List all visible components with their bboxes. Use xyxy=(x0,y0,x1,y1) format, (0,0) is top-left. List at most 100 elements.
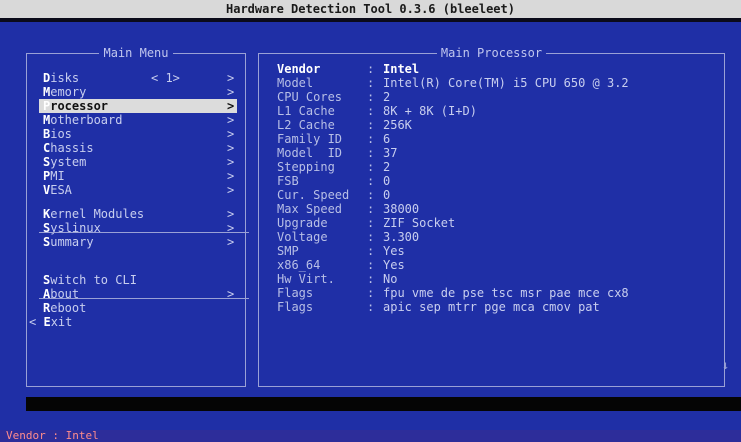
menu-separator xyxy=(39,232,249,233)
info-colon: : xyxy=(367,90,375,104)
menu-item-label: Reboot xyxy=(43,301,86,315)
info-colon: : xyxy=(367,300,375,314)
menu-separator xyxy=(39,298,249,299)
menu-item-chassis[interactable]: Chassis > xyxy=(39,141,237,155)
menu-item-memory[interactable]: Memory > xyxy=(39,85,237,99)
submenu-arrow-icon: > xyxy=(227,71,235,85)
info-value: 256K xyxy=(383,118,412,132)
submenu-arrow-icon: > xyxy=(227,99,235,113)
info-colon: : xyxy=(367,216,375,230)
submenu-arrow-icon: > xyxy=(227,127,235,141)
submenu-arrow-icon: > xyxy=(227,85,235,99)
main-menu-title: Main Menu xyxy=(99,46,173,60)
menu-label-rest: otherboard xyxy=(50,113,123,127)
menu-item-kernel-modules[interactable]: Kernel Modules > xyxy=(39,207,237,221)
menu-hotkey: E xyxy=(43,315,51,329)
menu-item-label: Switch to CLI xyxy=(43,273,137,287)
menu-label-rest: eboot xyxy=(50,301,87,315)
info-value: 6 xyxy=(383,132,391,146)
menu-label-rest: ystem xyxy=(50,155,87,169)
processor-panel-title: Main Processor xyxy=(436,46,547,60)
menu-item-label: VESA xyxy=(43,183,72,197)
info-key: Voltage xyxy=(277,230,328,244)
info-colon: : xyxy=(367,188,375,202)
info-key: Flags xyxy=(277,300,314,314)
info-key: Stepping xyxy=(277,160,335,174)
menu-item-label: Kernel Modules xyxy=(43,207,144,221)
menu-item-label: Bios xyxy=(43,127,72,141)
menu-item-switch-to-cli[interactable]: Switch to CLI xyxy=(39,273,237,287)
info-key: FSB xyxy=(277,174,299,188)
info-colon: : xyxy=(367,202,375,216)
menu-item-label: < Exit xyxy=(29,315,72,329)
menu-item-pmi[interactable]: PMI > xyxy=(39,169,237,183)
menu-item-label: Memory xyxy=(43,85,86,99)
menu-item-exit[interactable]: < Exit xyxy=(29,315,237,329)
menu-label-rest: xit xyxy=(50,315,73,329)
info-value: 3.300 xyxy=(383,230,420,244)
menu-item-label: PMI xyxy=(43,169,65,183)
info-key: Family ID xyxy=(277,132,343,146)
info-key: Model ID xyxy=(277,146,343,160)
info-key: Vendor xyxy=(277,62,321,76)
info-key: Flags xyxy=(277,286,314,300)
menu-item-vesa[interactable]: VESA > xyxy=(39,183,237,197)
info-value: No xyxy=(383,272,398,286)
menu-item-processor[interactable]: Processor > xyxy=(39,99,237,113)
info-colon: : xyxy=(367,244,375,258)
info-colon: : xyxy=(367,118,375,132)
info-colon: : xyxy=(367,132,375,146)
menu-item-label: Summary xyxy=(43,235,94,249)
scroll-indicator-icon[interactable]: ↓ xyxy=(722,358,729,372)
info-colon: : xyxy=(367,286,375,300)
window-title: Hardware Detection Tool 0.3.6 (bleeleet) xyxy=(0,0,741,18)
info-key: Cur. Speed xyxy=(277,188,350,202)
menu-item-label: Motherboard xyxy=(43,113,122,127)
command-line[interactable] xyxy=(26,397,741,411)
menu-item-label: Chassis xyxy=(43,141,94,155)
menu-item-count: < 1> xyxy=(151,71,180,85)
menu-item-disks[interactable]: Disks < 1> > xyxy=(39,71,237,85)
submenu-arrow-icon: > xyxy=(227,235,235,249)
info-value: 2 xyxy=(383,90,391,104)
menu-label-rest: witch to CLI xyxy=(50,273,137,287)
status-bar: Vendor : Intel xyxy=(0,430,741,442)
info-key: L2 Cache xyxy=(277,118,335,132)
info-colon: : xyxy=(367,76,375,90)
info-key: SMP xyxy=(277,244,299,258)
info-key: Model xyxy=(277,76,314,90)
processor-panel: Main Processor Vendor: Intel Model: Intel(R… xyxy=(258,46,725,387)
menu-item-bios[interactable]: Bios > xyxy=(39,127,237,141)
submenu-arrow-icon: > xyxy=(227,141,235,155)
menu-item-summary[interactable]: Summary > xyxy=(39,235,237,249)
info-key: Hw Virt. xyxy=(277,272,335,286)
menu-item-motherboard[interactable]: Motherboard > xyxy=(39,113,237,127)
menu-item-label: System xyxy=(43,155,86,169)
menu-label-rest: ESA xyxy=(50,183,72,197)
main-menu-panel: Main Menu Disks < 1> > Memory > Processor > Mot… xyxy=(26,46,249,387)
info-colon: : xyxy=(367,272,375,286)
info-key: Max Speed xyxy=(277,202,343,216)
menu-prefix: < xyxy=(29,315,44,329)
menu-item-reboot[interactable]: Reboot xyxy=(39,301,237,315)
menu-item-system[interactable]: System > xyxy=(39,155,237,169)
menu-label-rest: ernel Modules xyxy=(50,207,145,221)
info-colon: : xyxy=(367,146,375,160)
info-colon: : xyxy=(367,160,375,174)
info-value: Yes xyxy=(383,258,405,272)
info-value: 38000 xyxy=(383,202,420,216)
info-key: CPU Cores xyxy=(277,90,343,104)
menu-item-label: Processor xyxy=(43,99,108,113)
info-colon: : xyxy=(367,104,375,118)
info-value: 37 xyxy=(383,146,398,160)
menu-label-rest: rocessor xyxy=(50,99,109,113)
info-colon: : xyxy=(367,174,375,188)
info-key: Upgrade xyxy=(277,216,328,230)
menu-label-rest: hassis xyxy=(50,141,94,155)
info-colon: : xyxy=(367,230,375,244)
info-value: ZIF Socket xyxy=(383,216,456,230)
info-value: 8K + 8K (I+D) xyxy=(383,104,477,118)
menu-label-rest: ios xyxy=(50,127,72,141)
menu-label-rest: ummary xyxy=(50,235,94,249)
info-value: 0 xyxy=(383,174,391,188)
